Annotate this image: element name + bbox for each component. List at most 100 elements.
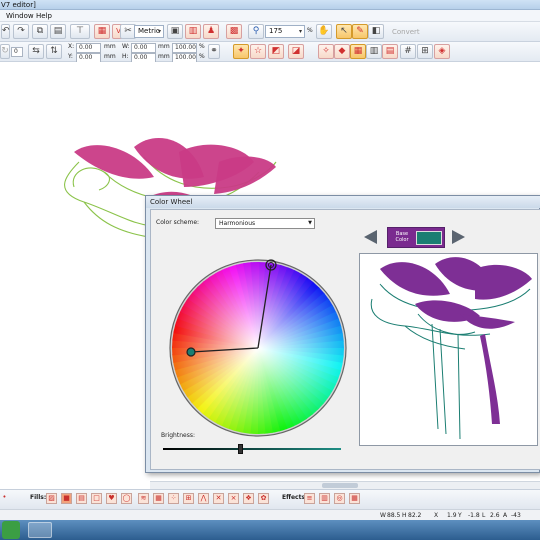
stitch-icon[interactable]: ▦ bbox=[94, 24, 110, 39]
y-label: Y: bbox=[68, 53, 73, 60]
grid-icon[interactable]: ▩ bbox=[226, 24, 242, 39]
fill-tatami-icon[interactable]: ▤ bbox=[76, 493, 87, 504]
calendar-icon[interactable]: ▥ bbox=[185, 24, 201, 39]
align-icon[interactable]: ⊞ bbox=[417, 44, 433, 59]
w-field[interactable]: 0.00 bbox=[131, 43, 156, 53]
h-percent-unit: % bbox=[199, 53, 205, 60]
y-unit: mm bbox=[104, 53, 116, 60]
w-percent-field[interactable]: 100.00 bbox=[172, 43, 197, 53]
chevron-down-icon: ▼ bbox=[308, 220, 312, 226]
preview-flower bbox=[370, 257, 532, 440]
fill-dots-icon[interactable]: ⁘ bbox=[168, 493, 179, 504]
tool-d-icon[interactable]: ✧ bbox=[318, 44, 334, 59]
next-arrow-icon[interactable] bbox=[452, 230, 465, 244]
paste-icon[interactable]: ▤ bbox=[50, 24, 66, 39]
fill-motif-icon[interactable]: ✿ bbox=[258, 493, 269, 504]
handle-icon: • bbox=[2, 493, 7, 501]
taskbar-app-icon[interactable] bbox=[28, 522, 52, 538]
title-bar: V7 editor] bbox=[0, 0, 540, 10]
undo-icon[interactable]: ↶ bbox=[1, 24, 10, 39]
tool-f-icon[interactable]: ▦ bbox=[350, 44, 366, 59]
stitch-tool-icon[interactable]: ✎ bbox=[352, 24, 368, 39]
grid-lines-icon[interactable]: # bbox=[400, 44, 416, 59]
horizontal-scrollbar[interactable] bbox=[150, 481, 540, 489]
tool-a-icon[interactable]: ✦ bbox=[233, 44, 249, 59]
picture-icon[interactable]: ▣ bbox=[167, 24, 183, 39]
person-icon[interactable]: ♟ bbox=[203, 24, 219, 39]
star-icon[interactable]: ☆ bbox=[250, 44, 266, 59]
scrollbar-thumb[interactable] bbox=[322, 483, 358, 488]
fill-zigzag-icon[interactable]: ⋀ bbox=[198, 493, 209, 504]
rotate-icon[interactable]: ↻ bbox=[0, 44, 10, 59]
hoop-icon[interactable]: ⊤ bbox=[70, 24, 90, 39]
fill-circle-icon[interactable]: ◯ bbox=[121, 493, 132, 504]
position-toolbar: ↻ 0 ⇆ ⇅ X: 0.00 mm Y: 0.00 mm W: 0.00 mm… bbox=[0, 42, 540, 63]
chevron-down-icon: ▾ bbox=[298, 28, 302, 35]
zoom-icon[interactable]: ⚲ bbox=[248, 24, 264, 39]
w-label: W: bbox=[122, 43, 130, 50]
mirror-icon[interactable]: ⇆ bbox=[28, 44, 44, 59]
w-unit: mm bbox=[158, 43, 170, 50]
start-button-icon[interactable] bbox=[2, 521, 20, 539]
status-bar: W 88.5 H 82.2 X 1.9 Y -1.8 L 2.6 A -43 bbox=[0, 509, 540, 520]
effect-gradient-icon[interactable]: ▥ bbox=[319, 493, 330, 504]
effect-spiral-icon[interactable]: ◎ bbox=[334, 493, 345, 504]
fill-satin-icon[interactable]: ▨ bbox=[46, 493, 57, 504]
lock-ratio-icon[interactable]: ⚭ bbox=[208, 44, 220, 59]
window-title: V7 editor] bbox=[1, 1, 36, 9]
menu-bar: Window Help bbox=[0, 10, 540, 22]
color-scheme-select[interactable]: Harmonious ▼ bbox=[215, 218, 315, 229]
tool-e-icon[interactable]: ◆ bbox=[334, 44, 350, 59]
effect-lines-icon[interactable]: ≡ bbox=[304, 493, 315, 504]
fill-square-icon[interactable]: □ bbox=[91, 493, 102, 504]
redo-icon[interactable]: ↷ bbox=[13, 24, 29, 39]
tool-b-icon[interactable]: ◩ bbox=[268, 44, 284, 59]
dialog-title: Color Wheel bbox=[150, 198, 193, 206]
color-scheme-label: Color scheme: bbox=[156, 219, 200, 226]
design-preview bbox=[359, 253, 538, 446]
x-label: X: bbox=[68, 43, 75, 50]
zoom-unit: % bbox=[307, 27, 313, 34]
brightness-slider-thumb[interactable] bbox=[237, 444, 243, 454]
h-unit: mm bbox=[158, 53, 170, 60]
fills-toolbar: • Fills: ▨ ■ ▤ □ ♥ ◯ ≋ ▦ ⁘ ⊞ ⋀ ✕ ⨯ ❖ ✿ E… bbox=[0, 489, 540, 509]
view-icon[interactable]: ◧ bbox=[368, 24, 384, 39]
color-wheel-dialog: Color Wheel Color scheme: Harmonious ▼ B… bbox=[145, 195, 540, 473]
fills-label: Fills: bbox=[30, 494, 47, 501]
tool-c-icon[interactable]: ◪ bbox=[288, 44, 304, 59]
effect-grid-icon[interactable]: ▦ bbox=[349, 493, 360, 504]
select-icon[interactable]: ↖ bbox=[336, 24, 352, 39]
units-select[interactable]: Metric ▾ bbox=[134, 25, 164, 38]
tool-g-icon[interactable]: ▥ bbox=[366, 44, 382, 59]
chevron-down-icon: ▾ bbox=[157, 28, 161, 35]
tool-h-icon[interactable]: ▤ bbox=[382, 44, 398, 59]
dialog-body: Color scheme: Harmonious ▼ Brightness: B… bbox=[150, 209, 540, 470]
flip-icon[interactable]: ⇅ bbox=[46, 44, 62, 59]
taskbar bbox=[0, 520, 540, 540]
dialog-title-bar: Color Wheel bbox=[146, 196, 540, 208]
brightness-slider[interactable] bbox=[163, 448, 341, 450]
color-scheme-value: Harmonious bbox=[219, 220, 256, 227]
zoom-select[interactable]: 175 ▾ bbox=[265, 25, 305, 38]
fill-heart-icon[interactable]: ♥ bbox=[106, 493, 117, 504]
convert-button[interactable]: Convert bbox=[392, 25, 428, 39]
fill-grid-icon[interactable]: ▦ bbox=[153, 493, 164, 504]
fill-pattern-icon[interactable]: ❖ bbox=[243, 493, 254, 504]
copy-icon[interactable]: ⧉ bbox=[32, 24, 48, 39]
x-field[interactable]: 0.00 bbox=[76, 43, 101, 53]
rotation-field[interactable]: 0 bbox=[11, 47, 23, 57]
menu-window[interactable]: Window bbox=[6, 10, 34, 22]
tool-i-icon[interactable]: ◈ bbox=[434, 44, 450, 59]
x-unit: mm bbox=[104, 43, 116, 50]
fill-xx-icon[interactable]: ⨯ bbox=[228, 493, 239, 504]
fill-wave-icon[interactable]: ≋ bbox=[138, 493, 149, 504]
menu-help[interactable]: Help bbox=[36, 10, 52, 22]
previous-arrow-icon[interactable] bbox=[364, 230, 377, 244]
harmony-color-handle[interactable] bbox=[186, 347, 196, 357]
pan-hand-icon[interactable]: ✋ bbox=[316, 24, 332, 39]
fill-x-icon[interactable]: ✕ bbox=[213, 493, 224, 504]
base-color-button[interactable]: Base Color bbox=[387, 227, 445, 248]
fill-solid-icon[interactable]: ■ bbox=[61, 493, 72, 504]
fill-cross-icon[interactable]: ⊞ bbox=[183, 493, 194, 504]
color-wheel[interactable] bbox=[168, 258, 348, 438]
